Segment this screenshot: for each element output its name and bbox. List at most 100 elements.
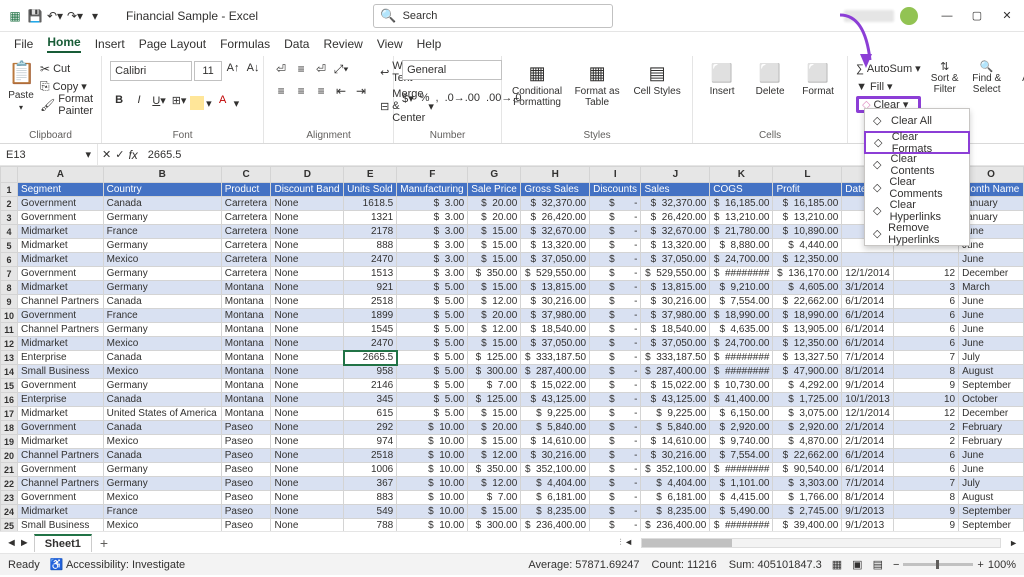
indent-decrease-icon[interactable]: ⇤: [332, 82, 350, 100]
row-header[interactable]: 11: [1, 323, 18, 337]
tab-formulas[interactable]: Formulas: [220, 37, 270, 51]
data-cell[interactable]: $ 10,890.00: [773, 225, 842, 239]
user-avatar[interactable]: [900, 7, 918, 25]
data-cell[interactable]: Midmarket: [18, 407, 104, 421]
row-header[interactable]: 25: [1, 519, 18, 532]
redo-icon[interactable]: ↷▾: [66, 7, 84, 25]
data-cell[interactable]: $ -: [590, 407, 641, 421]
font-name-input[interactable]: [110, 61, 192, 81]
data-cell[interactable]: 6: [894, 449, 959, 463]
data-cell[interactable]: 921: [344, 281, 397, 295]
data-cell[interactable]: $ -: [590, 491, 641, 505]
data-cell[interactable]: $ 14,610.00: [521, 435, 590, 449]
data-cell[interactable]: 1321: [344, 211, 397, 225]
data-cell[interactable]: None: [271, 225, 344, 239]
data-cell[interactable]: 2470: [344, 337, 397, 351]
data-cell[interactable]: $ 32,670.00: [641, 225, 710, 239]
data-cell[interactable]: $ 5.00: [397, 407, 468, 421]
sort-filter-button[interactable]: ⇅Sort & Filter: [927, 60, 963, 95]
data-cell[interactable]: $ 7.00: [468, 491, 521, 505]
row-header[interactable]: 7: [1, 267, 18, 281]
name-box[interactable]: E13▾: [0, 144, 98, 165]
data-cell[interactable]: 9/1/2013: [842, 519, 894, 532]
data-cell[interactable]: $ 13,815.00: [521, 281, 590, 295]
find-select-button[interactable]: 🔍Find & Select: [969, 60, 1005, 95]
data-cell[interactable]: $ 13,320.00: [641, 239, 710, 253]
column-header[interactable]: D: [271, 167, 344, 183]
zoom-slider[interactable]: [903, 563, 973, 566]
column-header[interactable]: J: [641, 167, 710, 183]
increase-decimal-icon[interactable]: .0→.00: [445, 92, 480, 105]
data-cell[interactable]: $ 7,554.00: [710, 295, 773, 309]
data-cell[interactable]: Government: [18, 463, 104, 477]
data-cell[interactable]: Canada: [103, 295, 221, 309]
header-cell[interactable]: Units Sold: [344, 183, 397, 197]
row-header[interactable]: 21: [1, 463, 18, 477]
tab-prev-icon[interactable]: ◄: [6, 537, 17, 549]
undo-icon[interactable]: ↶▾: [46, 7, 64, 25]
font-size-input[interactable]: [194, 61, 222, 81]
data-cell[interactable]: June: [959, 337, 1024, 351]
decrease-font-icon[interactable]: A↓: [244, 62, 262, 80]
data-cell[interactable]: $ 350.00: [468, 463, 521, 477]
data-cell[interactable]: 8/1/2014: [842, 491, 894, 505]
data-cell[interactable]: July: [959, 477, 1024, 491]
data-cell[interactable]: June: [959, 449, 1024, 463]
align-left-icon[interactable]: ≡: [272, 82, 290, 100]
column-header[interactable]: B: [103, 167, 221, 183]
align-top-icon[interactable]: ⏎: [272, 60, 290, 78]
data-cell[interactable]: $ 529,550.00: [641, 267, 710, 281]
data-cell[interactable]: $ 15,022.00: [641, 379, 710, 393]
data-cell[interactable]: $ 13,210.00: [710, 211, 773, 225]
row-header[interactable]: 5: [1, 239, 18, 253]
data-cell[interactable]: $ 2,920.00: [773, 421, 842, 435]
data-cell[interactable]: France: [103, 505, 221, 519]
data-cell[interactable]: 9/1/2014: [842, 379, 894, 393]
column-header[interactable]: A: [18, 167, 104, 183]
tab-review[interactable]: Review: [323, 37, 362, 51]
data-cell[interactable]: $ 37,050.00: [641, 337, 710, 351]
fill-color-button[interactable]: [190, 96, 204, 110]
clear-menu-clear-all[interactable]: ◇Clear All: [865, 109, 969, 132]
data-cell[interactable]: $ 18,540.00: [521, 323, 590, 337]
data-cell[interactable]: $ 8,235.00: [521, 505, 590, 519]
data-cell[interactable]: September: [959, 505, 1024, 519]
data-cell[interactable]: $ 8,235.00: [641, 505, 710, 519]
data-cell[interactable]: $ 12.00: [468, 477, 521, 491]
header-cell[interactable]: Manufacturing: [397, 183, 468, 197]
data-cell[interactable]: 9/1/2013: [842, 505, 894, 519]
row-header[interactable]: 15: [1, 379, 18, 393]
data-cell[interactable]: 6/1/2014: [842, 309, 894, 323]
data-cell[interactable]: 7: [894, 477, 959, 491]
data-cell[interactable]: 2470: [344, 253, 397, 267]
data-cell[interactable]: 6/1/2014: [842, 323, 894, 337]
data-cell[interactable]: $ 9,225.00: [641, 407, 710, 421]
data-cell[interactable]: $ 12.00: [468, 323, 521, 337]
data-cell[interactable]: 2: [894, 421, 959, 435]
data-cell[interactable]: 974: [344, 435, 397, 449]
data-cell[interactable]: Montana: [221, 351, 271, 365]
data-cell[interactable]: None: [271, 253, 344, 267]
data-cell[interactable]: $ 10.00: [397, 421, 468, 435]
data-cell[interactable]: Montana: [221, 337, 271, 351]
data-cell[interactable]: 3: [894, 281, 959, 295]
data-cell[interactable]: $ 352,100.00: [641, 463, 710, 477]
accessibility-status[interactable]: ♿ Accessibility: Investigate: [50, 558, 185, 571]
data-cell[interactable]: $ 24,700.00: [710, 337, 773, 351]
data-cell[interactable]: $ 6,181.00: [521, 491, 590, 505]
data-cell[interactable]: $ 4,404.00: [521, 477, 590, 491]
data-cell[interactable]: $ 30,216.00: [641, 295, 710, 309]
data-cell[interactable]: $ -: [590, 323, 641, 337]
data-cell[interactable]: December: [959, 407, 1024, 421]
data-cell[interactable]: $ 5,840.00: [641, 421, 710, 435]
data-cell[interactable]: $ -: [590, 239, 641, 253]
header-cell[interactable]: Segment: [18, 183, 104, 197]
data-cell[interactable]: $ 20.00: [468, 211, 521, 225]
data-cell[interactable]: Government: [18, 267, 104, 281]
data-cell[interactable]: $ 4,635.00: [710, 323, 773, 337]
data-cell[interactable]: $ 32,370.00: [521, 197, 590, 211]
data-cell[interactable]: $ -: [590, 463, 641, 477]
row-header[interactable]: 10: [1, 309, 18, 323]
data-cell[interactable]: $ 10.00: [397, 435, 468, 449]
data-cell[interactable]: $ -: [590, 449, 641, 463]
